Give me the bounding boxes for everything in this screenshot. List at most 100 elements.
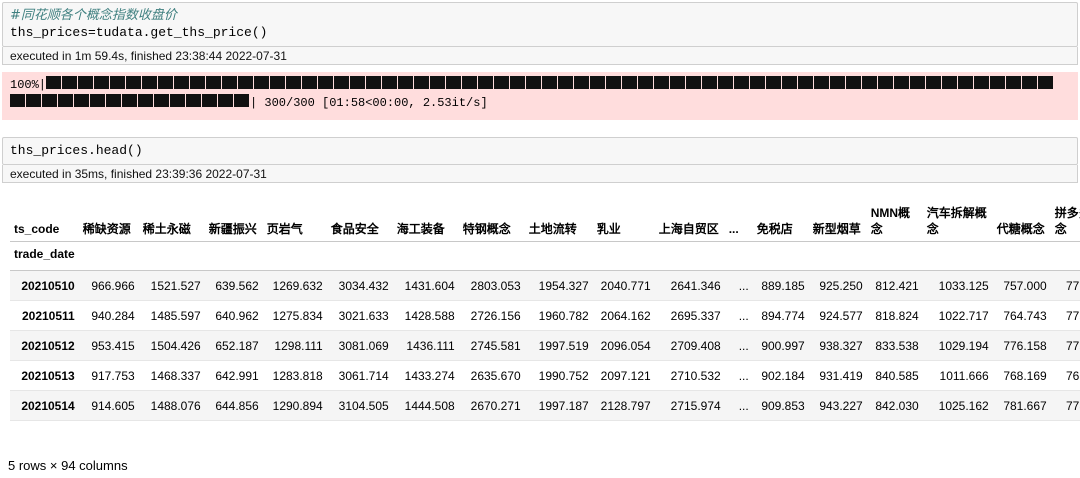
table-cell: 1029.194	[922, 330, 993, 361]
table-cell: 940.284	[78, 300, 139, 331]
table-cell: 1011.666	[922, 360, 993, 391]
column-header: 代糖概念	[996, 222, 1045, 236]
dataframe-summary: 5 rows × 94 columns	[8, 458, 128, 473]
table-cell: 909.853	[752, 390, 809, 421]
progress-bar-line2	[10, 94, 250, 107]
table-cell: 3081.069	[326, 330, 393, 361]
table-cell: 917.753	[78, 360, 139, 391]
table-row: 20210511 940.284 1485.597 640.962 1275.834 30…	[10, 300, 1080, 331]
table-cell: 833.538	[866, 330, 923, 361]
table-body: 20210510 966.966 1521.527 639.562 1269.632 30…	[10, 270, 1080, 421]
code-cell-2[interactable]: ths_prices.head() executed in 35ms, fini…	[2, 137, 1078, 183]
table-cell: 768.169	[992, 360, 1051, 391]
progress-segment	[46, 76, 62, 89]
execution-info-2: executed in 35ms, finished 23:39:36 2022…	[2, 165, 1078, 183]
table-cell: 900.997	[752, 330, 809, 361]
progress-segment	[606, 76, 622, 89]
progress-segment	[126, 76, 142, 89]
progress-segment	[158, 76, 174, 89]
table-cell: 2670.271	[458, 390, 525, 421]
table-cell: 1283.818	[262, 360, 327, 391]
table-cell: 894.774	[752, 300, 809, 331]
table-cell: 842.030	[866, 390, 923, 421]
progress-segment	[270, 76, 286, 89]
code-comment: #同花顺各个概念指数收盘价	[10, 8, 177, 23]
table-cell: 1275.834	[262, 300, 327, 331]
table-cell: 1433.274	[392, 360, 459, 391]
table-cell: 1428.588	[392, 300, 459, 331]
table-row: 20210513 917.753 1468.337 642.991 1283.818 30…	[10, 360, 1080, 391]
column-index-name: ts_code	[14, 222, 60, 236]
table-cell: 773.26	[1050, 390, 1080, 421]
progress-segment	[138, 94, 153, 107]
table-cell: 914.605	[78, 390, 139, 421]
table-cell: 2709.408	[654, 330, 725, 361]
table-cell: 1468.337	[138, 360, 205, 391]
progress-segment	[462, 76, 478, 89]
progress-segment	[58, 94, 73, 107]
progress-segment	[94, 76, 110, 89]
column-header: 乳业	[596, 222, 621, 236]
column-header: 食品安全	[330, 222, 379, 236]
code-cell-1[interactable]: #同花顺各个概念指数收盘价 ths_prices=tudata.get_ths_…	[2, 2, 1078, 65]
progress-segment	[574, 76, 590, 89]
code-editor-2[interactable]: ths_prices.head()	[2, 137, 1078, 165]
progress-segment	[654, 76, 670, 89]
column-header: 稀土永磁	[142, 222, 191, 236]
table-cell: 1290.894	[262, 390, 327, 421]
progress-segment	[110, 76, 126, 89]
progress-segment	[590, 76, 606, 89]
progress-segment	[942, 76, 958, 89]
table-cell: 2745.581	[458, 330, 525, 361]
progress-segment	[974, 76, 990, 89]
table-cell: 1504.426	[138, 330, 205, 361]
progress-segment	[154, 94, 169, 107]
table-row: 20210512 953.415 1504.426 652.187 1298.111 30…	[10, 330, 1080, 361]
column-header: 稀缺资源	[82, 222, 131, 236]
progress-segment	[510, 76, 526, 89]
progress-segment	[718, 76, 734, 89]
column-header: ...	[728, 222, 739, 236]
table-cell: 764.743	[992, 300, 1051, 331]
table-cell: ...	[724, 330, 753, 361]
table-cell: 775.15	[1050, 330, 1080, 361]
progress-segment	[318, 76, 334, 89]
table-cell: 818.824	[866, 300, 923, 331]
dataframe-table: ts_code 稀缺资源 稀土永磁 新疆振兴 页岩气 食品安全 海工装备 特钢概念 土地流转 乳…	[10, 205, 1080, 421]
table-cell: 775.66	[1050, 300, 1080, 331]
column-header: 新型烟草	[812, 222, 861, 236]
code-editor-1[interactable]: #同花顺各个概念指数收盘价 ths_prices=tudata.get_ths_…	[2, 2, 1078, 47]
progress-output: 100%| | 300/300 [01:58<00:00, 2.53it/s]	[2, 72, 1078, 120]
table-cell: 766.17	[1050, 360, 1080, 391]
code-line: ths_prices.head()	[10, 143, 143, 158]
column-header: 特钢概念	[462, 222, 511, 236]
progress-segment	[190, 76, 206, 89]
progress-segment	[234, 94, 249, 107]
progress-segment	[142, 76, 158, 89]
table-cell: 639.562	[204, 270, 263, 301]
row-index: 20210514	[10, 390, 79, 421]
table-cell: 2096.054	[592, 330, 655, 361]
progress-segment	[862, 76, 878, 89]
table-cell: 902.184	[752, 360, 809, 391]
code-line: ths_prices=tudata.get_ths_price()	[10, 25, 268, 40]
table-cell: 943.227	[808, 390, 867, 421]
progress-segment	[686, 76, 702, 89]
progress-segment	[542, 76, 558, 89]
table-cell: 1997.187	[524, 390, 593, 421]
row-index: 20210512	[10, 330, 79, 361]
progress-segment	[814, 76, 830, 89]
progress-segment	[26, 94, 41, 107]
table-row: 20210514 914.605 1488.076 644.856 1290.894 31…	[10, 390, 1080, 421]
table-cell: 938.327	[808, 330, 867, 361]
progress-segment	[622, 76, 638, 89]
progress-segment	[218, 94, 233, 107]
table-row: 20210510 966.966 1521.527 639.562 1269.632 30…	[10, 270, 1080, 301]
table-cell: 1033.125	[922, 270, 993, 301]
table-cell: ...	[724, 360, 753, 391]
progress-segment	[382, 76, 398, 89]
table-cell: 1997.519	[524, 330, 593, 361]
progress-segment	[78, 76, 94, 89]
progress-segment	[90, 94, 105, 107]
table-cell: 2635.670	[458, 360, 525, 391]
